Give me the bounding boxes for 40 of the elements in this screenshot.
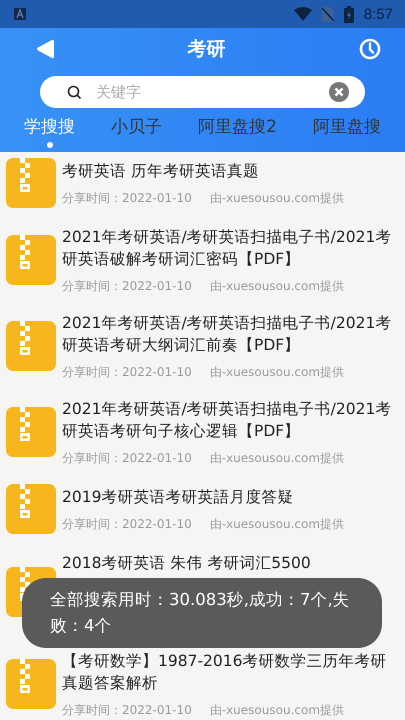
clock-time: 8:57 xyxy=(364,6,393,22)
share-time: 分享时间：2022-01-10 xyxy=(62,516,192,532)
search-field[interactable]: 关键字 xyxy=(94,82,317,102)
page-title: 考研 xyxy=(188,37,226,62)
back-icon[interactable] xyxy=(36,39,54,59)
source-text: 由-xuesousou.com提供 xyxy=(210,516,344,532)
no-sim-icon xyxy=(322,6,334,22)
result-title[interactable]: 考研英语 历年考研英语真题 xyxy=(62,160,344,182)
source-text: 由-xuesousou.com提供 xyxy=(210,278,344,294)
selected-dot xyxy=(46,142,53,148)
share-time: 分享时间：2022-01-10 xyxy=(62,450,192,466)
zip-file-icon xyxy=(6,484,56,534)
share-time: 分享时间：2022-01-10 xyxy=(62,190,192,206)
share-time: 分享时间：2022-01-10 xyxy=(62,702,192,718)
app-notification-icon xyxy=(14,8,26,20)
zip-file-icon xyxy=(6,235,56,285)
source-tab[interactable]: 小贝子 xyxy=(111,115,162,138)
result-title[interactable]: 2021年考研英语/考研英语扫描电子书/2021考研英语考研大纲词汇前奏【PDF】 xyxy=(62,312,399,356)
result-title[interactable]: 2018考研英语 朱伟 考研词汇5500 xyxy=(62,552,311,574)
search-icon xyxy=(67,84,82,100)
result-title[interactable]: 2019考研英语考研英語月度答疑 xyxy=(62,486,344,508)
zip-file-icon xyxy=(6,321,56,371)
share-time: 分享时间：2022-01-10 xyxy=(62,278,192,294)
zip-file-icon xyxy=(6,659,56,709)
result-title[interactable]: 2021年考研英语/考研英语扫描电子书/2021考研英语考研句子核心逻辑【PDF】 xyxy=(62,398,399,442)
search-bar[interactable]: 关键字 xyxy=(40,76,365,108)
result-title[interactable]: 2021年考研英语/考研英语扫描电子书/2021考研英语破解考研词汇密码【PDF】 xyxy=(62,226,399,270)
source-text: 由-xuesousou.com提供 xyxy=(210,190,344,206)
zip-file-icon xyxy=(6,407,56,457)
battery-icon xyxy=(344,6,354,22)
clear-icon[interactable] xyxy=(329,82,349,102)
zip-file-icon xyxy=(6,158,56,208)
result-title[interactable]: 【考研数学】1987-2016考研数学三历年考研真题答案解析 xyxy=(62,650,399,694)
wifi-icon xyxy=(294,7,312,21)
search-summary-toast: 全部搜索用时：30.083秒,成功：7个,失败：4个 xyxy=(22,578,382,648)
history-icon[interactable] xyxy=(359,38,381,60)
source-text: 由-xuesousou.com提供 xyxy=(210,450,344,466)
share-time: 分享时间：2022-01-10 xyxy=(62,364,192,380)
source-text: 由-xuesousou.com提供 xyxy=(210,702,344,718)
source-text: 由-xuesousou.com提供 xyxy=(210,364,344,380)
